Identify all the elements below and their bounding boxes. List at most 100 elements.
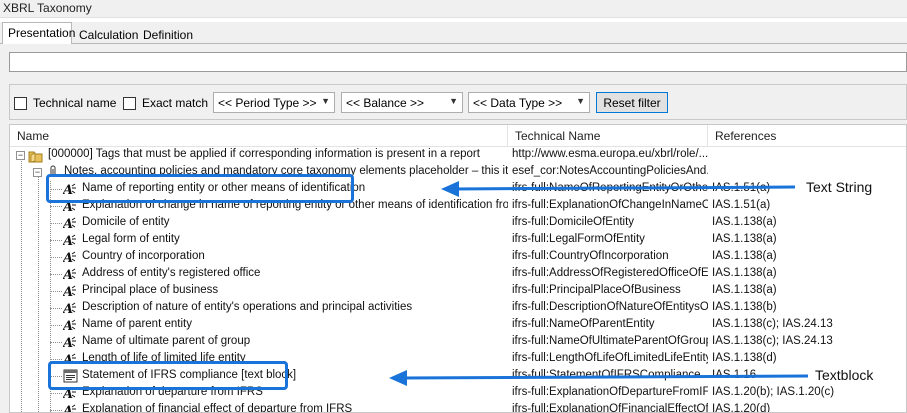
row-technical-name: ifrs-full:ExplanationOfChangeInNameOf... bbox=[512, 199, 708, 211]
text-string-callout: Text String bbox=[806, 179, 873, 195]
svg-text:A: A bbox=[63, 268, 73, 281]
row-references: IAS.1.138(a) bbox=[712, 267, 777, 279]
technical-name-label: Technical name bbox=[33, 96, 117, 110]
tree-branch bbox=[50, 325, 62, 326]
tab-strip: Presentation Calculation Definition bbox=[0, 22, 907, 45]
tree-branch bbox=[50, 308, 62, 309]
row-technical-name: ifrs-full:ExplanationOfDepartureFromIFRS bbox=[512, 386, 708, 398]
row-name: Description of nature of entity's operat… bbox=[82, 301, 413, 313]
column-header-technical-name[interactable]: Technical Name bbox=[508, 125, 708, 147]
row-technical-name: ifrs-full:PrincipalPlaceOfBusiness bbox=[512, 284, 681, 296]
chevron-down-icon: ▼ bbox=[576, 96, 585, 106]
chevron-down-icon: ▼ bbox=[321, 96, 330, 106]
tree-branch bbox=[50, 359, 62, 360]
tree-branch bbox=[50, 240, 62, 241]
row-name: Legal form of entity bbox=[82, 233, 180, 245]
exact-match-checkbox[interactable]: Exact match bbox=[123, 96, 208, 110]
row-technical-name: ifrs-full:NameOfReportingEntityOrOther..… bbox=[512, 182, 708, 194]
tree-row[interactable]: A Name of ultimate parent of group ifrs-… bbox=[10, 334, 906, 351]
column-header-name[interactable]: Name bbox=[10, 125, 508, 147]
period-type-select[interactable]: << Period Type >> ▼ bbox=[213, 92, 335, 113]
tree-row[interactable]: A Address of entity's registered office … bbox=[10, 266, 906, 283]
tree-branch bbox=[50, 291, 62, 292]
column-header-references[interactable]: References bbox=[708, 125, 906, 147]
row-technical-name: ifrs-full:DomicileOfEntity bbox=[512, 216, 635, 228]
svg-text:A: A bbox=[63, 319, 73, 332]
row-technical-name: ifrs-full:DescriptionOfNatureOfEntitysOp… bbox=[512, 301, 708, 313]
tree-row[interactable]: A Explanation of financial effect of dep… bbox=[10, 402, 906, 413]
tree-branch bbox=[50, 206, 62, 207]
row-technical-name: ifrs-full:StatementOfIFRSCompliance bbox=[512, 369, 701, 381]
row-references: IAS.1.16 bbox=[712, 369, 757, 381]
collapse-icon[interactable]: − bbox=[33, 168, 42, 177]
row-name: Name of parent entity bbox=[82, 318, 192, 330]
textblock-callout: Textblock bbox=[815, 367, 874, 383]
row-references: IAS.1.51(a) bbox=[712, 199, 771, 211]
tree-row[interactable]: − [000000] Tags that must be applied if … bbox=[10, 147, 906, 164]
text-item-icon: A bbox=[63, 336, 76, 349]
row-name: Domicile of entity bbox=[82, 216, 170, 228]
tab-definition[interactable]: Definition bbox=[137, 24, 193, 44]
tab-calculation[interactable]: Calculation bbox=[73, 24, 138, 44]
tree-row[interactable]: A Description of nature of entity's oper… bbox=[10, 300, 906, 317]
tree-row[interactable]: A Legal form of entity ifrs-full:LegalFo… bbox=[10, 232, 906, 249]
tree-row[interactable]: A Domicile of entity ifrs-full:DomicileO… bbox=[10, 215, 906, 232]
text-item-icon: A bbox=[63, 285, 76, 298]
row-name: Principal place of business bbox=[82, 284, 219, 296]
row-references: IAS.1.20(d) bbox=[712, 403, 771, 413]
row-technical-name: esef_cor:NotesAccountingPoliciesAnd... bbox=[512, 165, 708, 177]
checkbox-box[interactable] bbox=[123, 96, 136, 110]
tree-row[interactable]: A Principal place of business ifrs-full:… bbox=[10, 283, 906, 300]
row-name: [000000] Tags that must be applied if co… bbox=[48, 148, 480, 160]
row-references: IAS.1.138(b) bbox=[712, 301, 777, 313]
row-references: IAS.1.20(b); IAS.1.20(c) bbox=[712, 386, 835, 398]
row-technical-name: ifrs-full:NameOfUltimateParentOfGroup bbox=[512, 335, 708, 347]
tab-presentation[interactable]: Presentation bbox=[2, 22, 75, 45]
search-input[interactable] bbox=[9, 52, 907, 72]
tree-branch bbox=[50, 257, 62, 258]
text-item-icon: A bbox=[63, 302, 76, 315]
row-technical-name: ifrs-full:LengthOfLifeOfLimitedLifeEntit… bbox=[512, 352, 708, 364]
tree-row[interactable]: A Name of parent entity ifrs-full:NameOf… bbox=[10, 317, 906, 334]
reset-filter-button[interactable]: Reset filter bbox=[596, 92, 668, 113]
text-string-highlight bbox=[46, 174, 354, 203]
data-type-value: << Data Type >> bbox=[473, 96, 563, 110]
tree-branch bbox=[50, 342, 62, 343]
svg-text:A: A bbox=[63, 251, 73, 264]
text-item-icon: A bbox=[63, 404, 76, 412]
data-type-select[interactable]: << Data Type >> ▼ bbox=[468, 92, 590, 113]
chevron-down-icon: ▼ bbox=[449, 96, 458, 106]
row-references: IAS.1.138(a) bbox=[712, 216, 777, 228]
tree-branch bbox=[50, 410, 62, 411]
folder-icon bbox=[28, 151, 43, 163]
balance-value: << Balance >> bbox=[346, 96, 425, 110]
tree-branch bbox=[50, 393, 62, 394]
row-references: IAS.1.138(a) bbox=[712, 284, 777, 296]
window-title: XBRL Taxonomy bbox=[3, 1, 92, 15]
collapse-icon[interactable]: − bbox=[16, 151, 25, 160]
balance-select[interactable]: << Balance >> ▼ bbox=[341, 92, 463, 113]
checkbox-box[interactable] bbox=[14, 96, 27, 110]
technical-name-checkbox[interactable]: Technical name bbox=[14, 96, 116, 110]
tree-branch bbox=[50, 274, 62, 275]
svg-text:A: A bbox=[63, 234, 73, 247]
grid-header: Name Technical Name References bbox=[10, 125, 906, 147]
svg-text:A: A bbox=[63, 217, 73, 230]
row-references: IAS.1.138(d) bbox=[712, 352, 777, 364]
svg-text:A: A bbox=[63, 336, 73, 349]
row-name: Country of incorporation bbox=[82, 250, 205, 262]
svg-text:A: A bbox=[63, 302, 73, 315]
row-technical-name: ifrs-full:NameOfParentEntity bbox=[512, 318, 655, 330]
tree-row[interactable]: A Country of incorporation ifrs-full:Cou… bbox=[10, 249, 906, 266]
text-item-icon: A bbox=[63, 234, 76, 247]
row-name: Address of entity's registered office bbox=[82, 267, 261, 279]
row-name: Explanation of financial effect of depar… bbox=[82, 403, 353, 413]
presentation-panel: Technical name Exact match << Period Typ… bbox=[0, 44, 907, 413]
row-references bbox=[712, 148, 906, 164]
period-type-value: << Period Type >> bbox=[218, 96, 317, 110]
row-name: Name of ultimate parent of group bbox=[82, 335, 251, 347]
row-references: IAS.1.138(a) bbox=[712, 233, 777, 245]
tree-branch bbox=[50, 223, 62, 224]
window-titlebar: XBRL Taxonomy bbox=[0, 0, 907, 18]
row-references: IAS.1.138(a) bbox=[712, 250, 777, 262]
